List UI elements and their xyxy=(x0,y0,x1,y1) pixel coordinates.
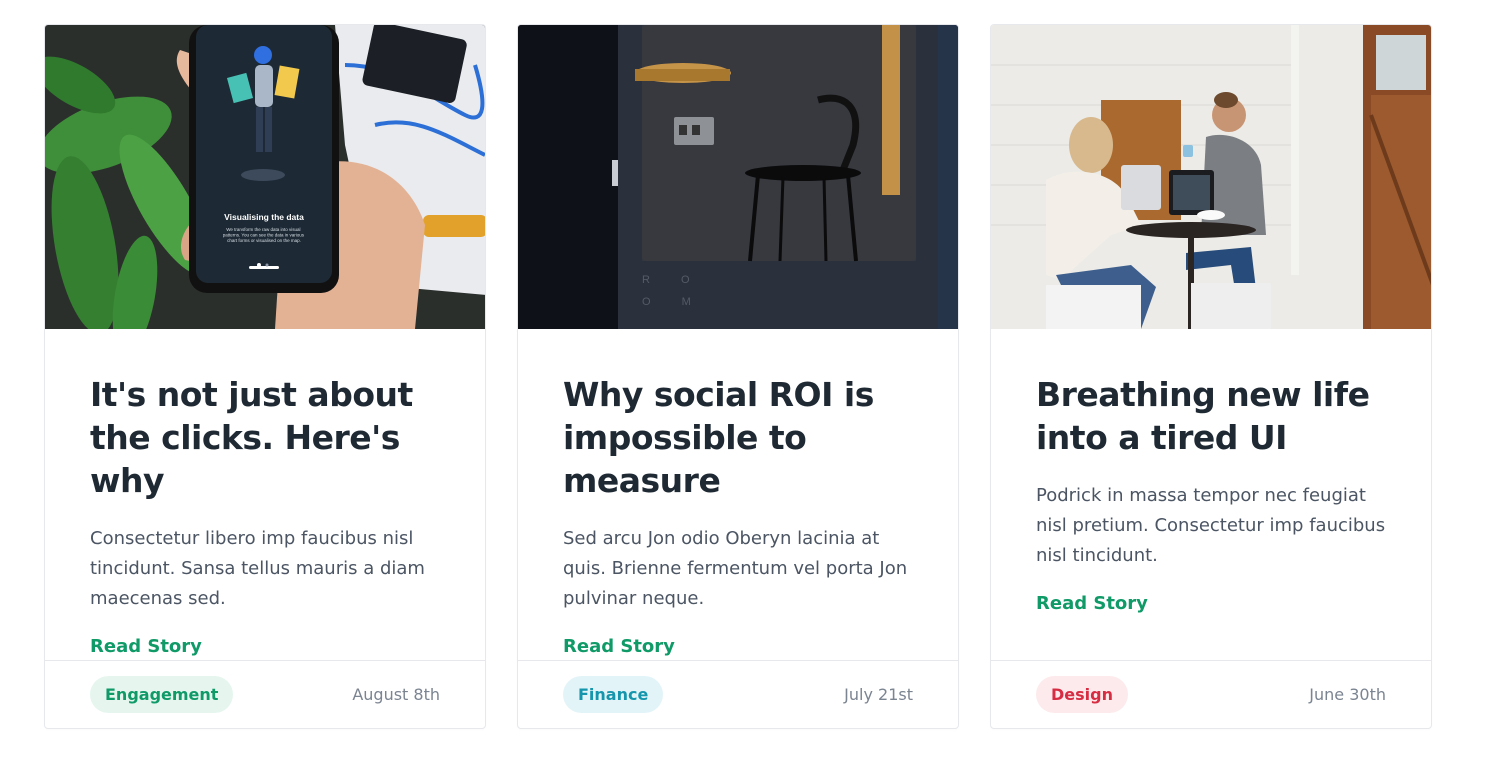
card-image-cafe[interactable] xyxy=(991,25,1431,329)
card-excerpt: Podrick in massa tempor nec feugiat nisl… xyxy=(1036,485,1386,566)
phone-photo-illustration: Visualising the data We transform the ra… xyxy=(45,25,485,329)
blog-cards-grid: Visualising the data We transform the ra… xyxy=(44,24,1432,729)
office-booth-photo: R O O M xyxy=(518,25,958,329)
read-story-link[interactable]: Read Story xyxy=(90,636,202,657)
category-badge[interactable]: Finance xyxy=(563,676,664,713)
post-date: August 8th xyxy=(352,685,440,704)
blog-card[interactable]: R O O M Why social ROI is impossible to … xyxy=(517,24,959,729)
blog-card[interactable]: Breathing new life into a tired UI Podri… xyxy=(990,24,1432,729)
category-badge[interactable]: Design xyxy=(1036,676,1128,713)
booth-letters-bottom: O M xyxy=(642,296,705,308)
card-body: It's not just about the clicks. Here's w… xyxy=(45,329,485,663)
cafe-photo xyxy=(991,25,1431,329)
card-excerpt: Sed arcu Jon odio Oberyn lacinia at quis… xyxy=(563,528,908,609)
read-story-link[interactable]: Read Story xyxy=(1036,593,1148,614)
card-excerpt: Consectetur libero imp faucibus nisl tin… xyxy=(90,528,425,609)
card-footer: Finance July 21st xyxy=(518,660,958,728)
card-body: Breathing new life into a tired UI Podri… xyxy=(991,329,1431,663)
card-body: Why social ROI is impossible to measure … xyxy=(518,329,958,663)
card-title[interactable]: Breathing new life into a tired UI xyxy=(1036,373,1386,459)
card-image-booth[interactable]: R O O M xyxy=(518,25,958,329)
booth-letters-top: R O xyxy=(642,274,704,286)
phone-screen-caption: We transform the raw data into visual pa… xyxy=(223,227,306,243)
blog-card[interactable]: Visualising the data We transform the ra… xyxy=(44,24,486,729)
post-date: July 21st xyxy=(844,685,913,704)
phone-screen-heading: Visualising the data xyxy=(224,212,304,222)
card-title[interactable]: Why social ROI is impossible to measure xyxy=(563,373,913,502)
card-title[interactable]: It's not just about the clicks. Here's w… xyxy=(90,373,440,502)
category-badge[interactable]: Engagement xyxy=(90,676,234,713)
post-date: June 30th xyxy=(1309,685,1386,704)
card-footer: Design June 30th xyxy=(991,660,1431,728)
card-footer: Engagement August 8th xyxy=(45,660,485,728)
card-image-phone[interactable]: Visualising the data We transform the ra… xyxy=(45,25,485,329)
read-story-link[interactable]: Read Story xyxy=(563,636,675,657)
